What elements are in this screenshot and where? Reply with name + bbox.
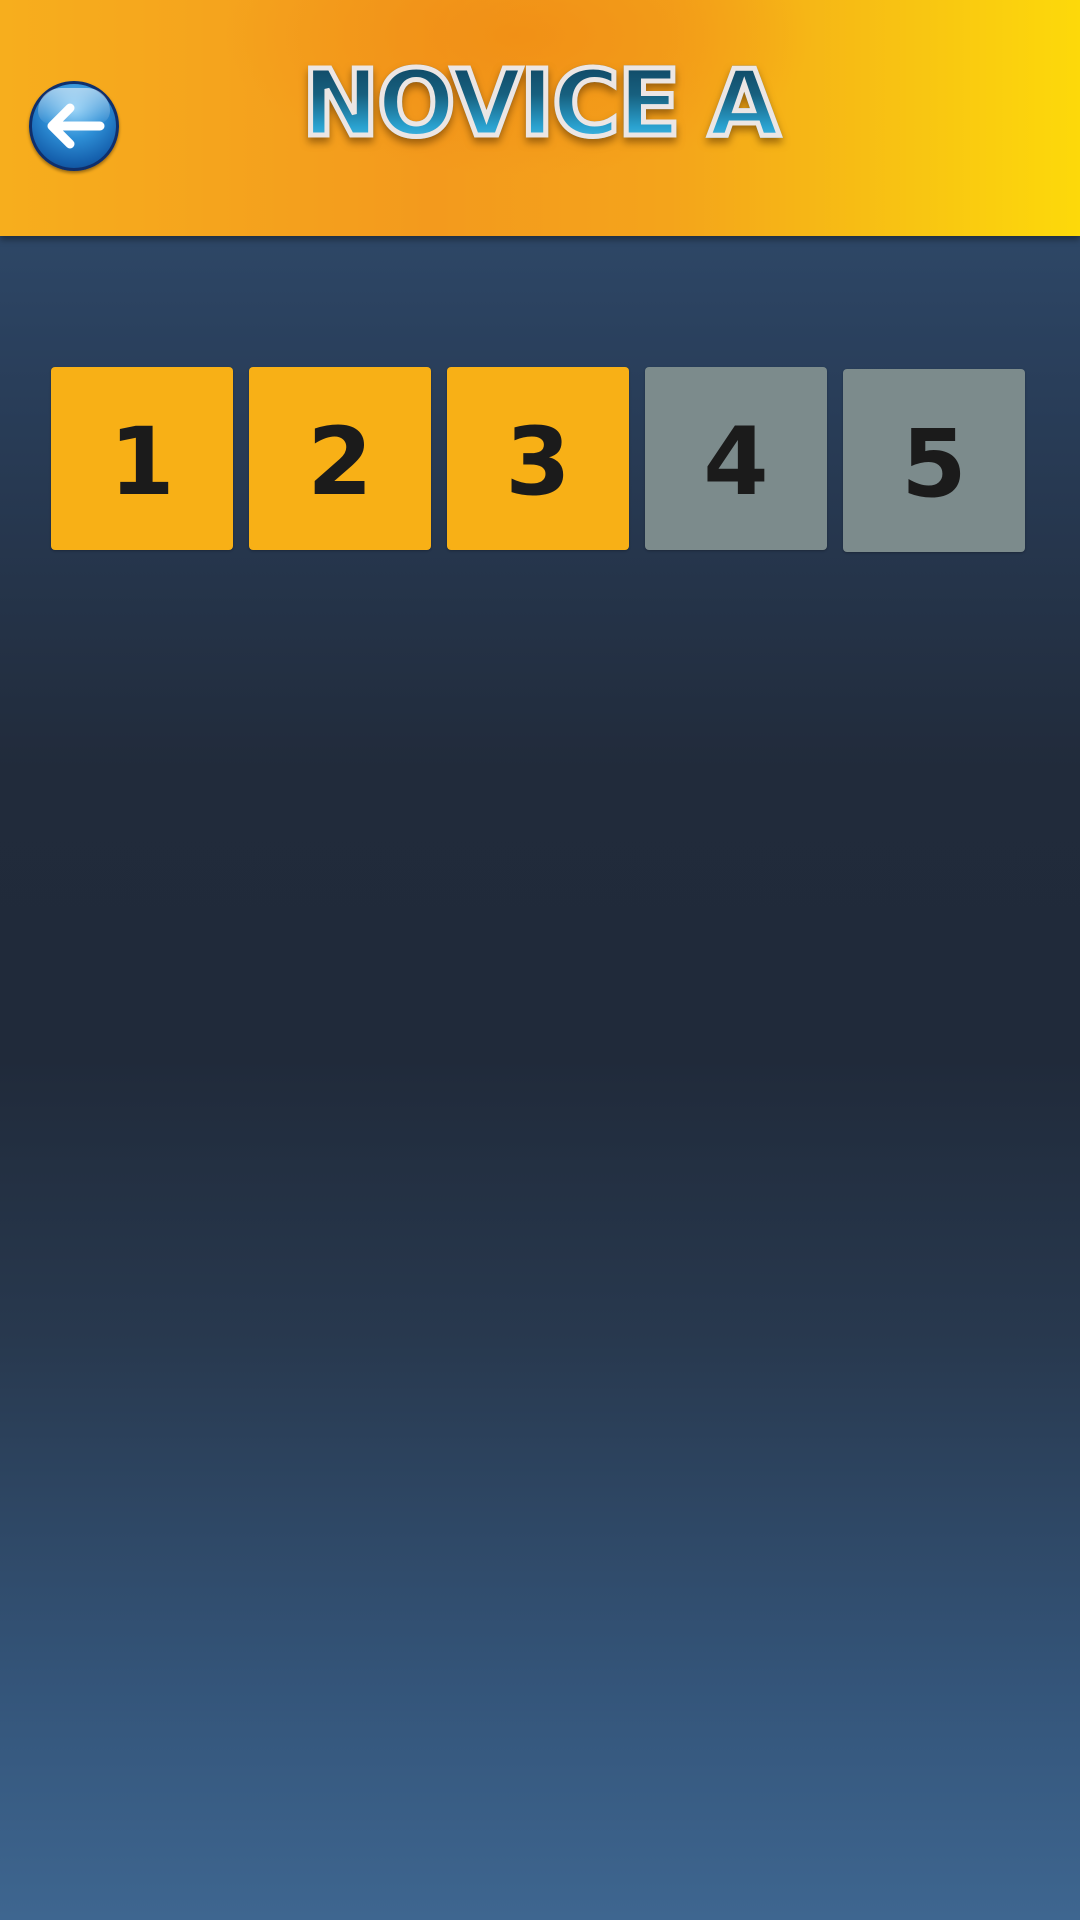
level-tile-4[interactable]: 4 (645, 367, 827, 550)
level-number: 2 (307, 407, 373, 517)
level-number: 1 (109, 407, 175, 517)
level-tile-2[interactable]: 2 (249, 367, 431, 550)
level-tile-3[interactable]: 3 (447, 367, 629, 550)
level-grid: 1 2 3 4 5 (0, 0, 1080, 600)
level-tile-1[interactable]: 1 (51, 367, 233, 550)
level-number: 5 (901, 409, 967, 519)
level-number: 3 (505, 407, 571, 517)
level-number: 4 (703, 407, 769, 517)
level-tile-5[interactable]: 5 (843, 369, 1025, 552)
